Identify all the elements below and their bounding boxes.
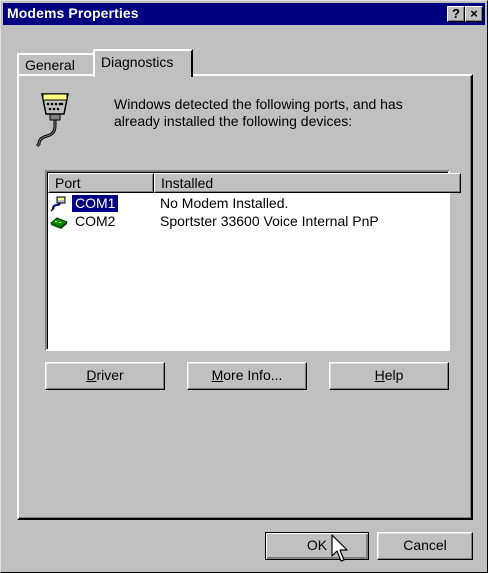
close-icon: × [470, 6, 478, 21]
row-installed-com1: No Modem Installed. [160, 195, 289, 211]
window-title: Modems Properties [7, 5, 139, 21]
driver-label: river [96, 367, 124, 383]
row-port-com1: COM1 [72, 195, 119, 212]
help-button[interactable]: ? [447, 6, 465, 22]
more-info-button[interactable]: More Info... [187, 362, 307, 390]
ports-description: Windows detected the following ports, an… [114, 96, 403, 129]
row-port-com2: COM2 [75, 213, 116, 229]
modems-properties-window: Modems Properties ? × General Diagnostic… [0, 0, 488, 573]
help-label: elp [384, 367, 404, 383]
ports-list[interactable]: Port Installed COM1 No Modem Installed. [45, 170, 461, 351]
list-row-com2[interactable]: COM2 Sportster 33600 Voice Internal PnP [48, 213, 447, 231]
serial-port-cable-icon [35, 93, 69, 148]
ok-label: OK [306, 537, 328, 553]
diagnostics-panel: Windows detected the following ports, an… [17, 74, 473, 520]
list-header: Port Installed [48, 173, 461, 193]
port-cable-icon [50, 196, 66, 212]
column-header-installed[interactable]: Installed [154, 173, 461, 193]
cancel-button[interactable]: Cancel [377, 532, 473, 560]
help-dialog-button[interactable]: Help [329, 362, 449, 390]
column-header-port-label: Port [55, 175, 81, 191]
column-header-installed-label: Installed [161, 175, 214, 191]
row-installed-com2: Sportster 33600 Voice Internal PnP [160, 213, 379, 229]
list-row-com1[interactable]: COM1 No Modem Installed. [48, 195, 447, 213]
tab-diagnostics[interactable]: Diagnostics [93, 49, 193, 77]
driver-button[interactable]: Driver [45, 362, 165, 390]
ok-button[interactable]: OK [265, 532, 369, 560]
tab-general[interactable]: General [17, 53, 95, 75]
question-mark-icon: ? [452, 6, 460, 21]
modem-icon [50, 217, 68, 229]
driver-mnemonic: D [86, 367, 97, 383]
mouse-cursor-icon [331, 534, 348, 562]
more-info-label: ore Info... [223, 367, 283, 383]
help-mnemonic: H [374, 367, 385, 383]
title-bar[interactable]: Modems Properties ? × [3, 3, 485, 25]
cancel-label: Cancel [403, 537, 447, 553]
column-header-port[interactable]: Port [48, 173, 154, 193]
more-info-mnemonic: M [211, 367, 224, 383]
tab-diagnostics-label: Diagnostics [101, 54, 174, 70]
close-button[interactable]: × [465, 6, 483, 22]
tab-general-label: General [25, 57, 75, 73]
